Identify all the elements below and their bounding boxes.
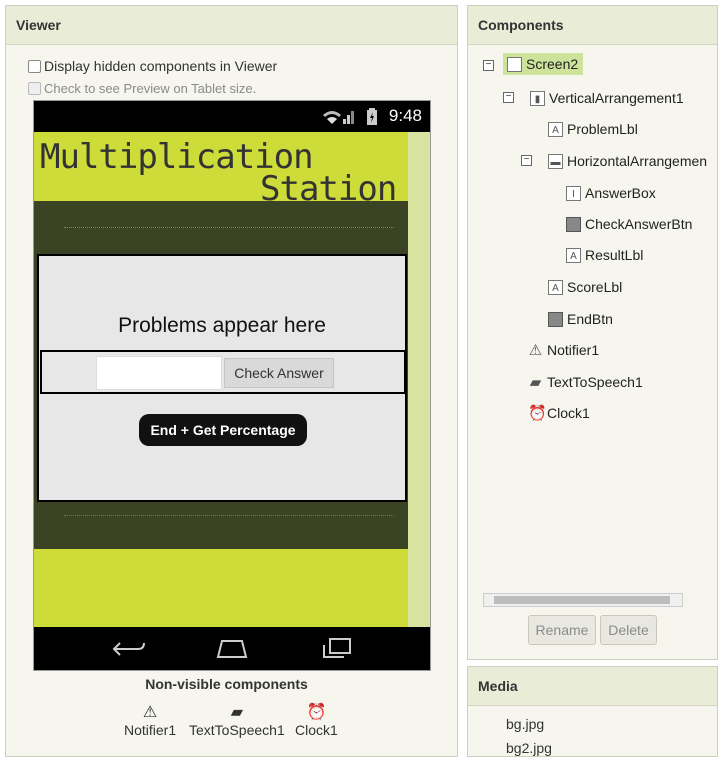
horizontal-arrangement-icon: ▬ <box>548 153 563 169</box>
problem-label: Problems appear here <box>118 314 326 337</box>
media-title: Media <box>468 667 717 706</box>
speech-icon: ▰ <box>529 373 542 391</box>
tree-item-label: Screen2 <box>526 56 579 72</box>
recents-icon[interactable] <box>320 637 354 659</box>
navigation-bar <box>34 627 430 670</box>
display-hidden-checkbox-row[interactable]: Display hidden components in Viewer <box>28 58 277 74</box>
collapse-vertical-toggle[interactable]: − <box>503 92 514 103</box>
button-icon <box>566 216 581 232</box>
rename-button[interactable]: Rename <box>528 615 596 645</box>
tree-item-label: CheckAnswerBtn <box>585 216 693 232</box>
non-visible-clock[interactable]: ⏰ Clock1 <box>295 704 338 738</box>
phone-scrollbar <box>408 132 430 627</box>
media-file[interactable]: bg2.jpg <box>506 740 552 756</box>
warning-icon: ⚠ <box>528 341 543 359</box>
answer-box[interactable] <box>96 356 222 390</box>
tree-item-label: ProblemLbl <box>567 121 638 137</box>
tree-item-scorelbl[interactable]: A ScoreLbl <box>548 279 622 295</box>
status-bar: 9:48 <box>34 101 430 132</box>
delete-button[interactable]: Delete <box>600 615 657 645</box>
back-icon[interactable] <box>112 639 148 659</box>
warning-icon: ⚠ <box>142 704 158 721</box>
tree-item-answerbox[interactable]: I AnswerBox <box>566 185 656 201</box>
end-button[interactable]: End + Get Percentage <box>139 414 307 446</box>
label-icon: A <box>548 121 563 137</box>
check-answer-button[interactable]: Check Answer <box>224 358 334 388</box>
tree-item-verticalarrangement1[interactable]: ▮ VerticalArrangement1 <box>530 90 684 106</box>
home-icon[interactable] <box>214 637 250 659</box>
tablet-preview-label: Check to see Preview on Tablet size. <box>44 81 257 96</box>
status-clock: 9:48 <box>388 106 422 125</box>
tree-item-texttospeech1[interactable]: ▰ TextToSpeech1 <box>528 374 643 390</box>
tree-item-clock1[interactable]: ⏰ Clock1 <box>528 405 590 421</box>
tree-item-label: HorizontalArrangemen <box>567 153 708 169</box>
button-icon <box>548 311 563 327</box>
viewer-title: Viewer <box>6 6 457 45</box>
label-icon: A <box>566 247 581 263</box>
screen-icon <box>507 56 522 72</box>
label-icon: A <box>548 279 563 295</box>
tree-item-problemlbl[interactable]: A ProblemLbl <box>548 121 638 137</box>
clock-icon: ⏰ <box>306 704 327 721</box>
divider-dotted-top <box>64 227 394 228</box>
tree-item-label: Notifier1 <box>547 342 600 358</box>
vertical-arrangement-icon: ▮ <box>530 90 545 106</box>
wifi-signal-icon <box>323 111 354 124</box>
tree-item-checkanswerbtn[interactable]: CheckAnswerBtn <box>566 216 692 232</box>
display-hidden-label: Display hidden components in Viewer <box>44 58 278 74</box>
tree-horizontal-scrollbar[interactable] <box>483 593 683 607</box>
divider-dotted-bottom <box>64 515 394 516</box>
tree-item-screen2[interactable]: Screen2 <box>503 53 584 75</box>
phone-preview: 9:48 Multiplication Station Problems app… <box>33 100 431 671</box>
tree-item-label: TextToSpeech1 <box>547 374 643 390</box>
tablet-preview-checkbox-row: Check to see Preview on Tablet size. <box>28 81 256 96</box>
tree-item-label: VerticalArrangement1 <box>549 90 684 106</box>
tree-item-label: ScoreLbl <box>567 279 623 295</box>
speech-icon: ▰ <box>230 704 244 721</box>
non-visible-label: TextToSpeech1 <box>189 722 285 738</box>
battery-icon <box>367 108 377 125</box>
textbox-icon: I <box>566 185 581 201</box>
components-title: Components <box>468 6 717 45</box>
non-visible-label: Notifier1 <box>124 722 177 738</box>
scrollbar-thumb[interactable] <box>494 596 670 604</box>
collapse-screen2-toggle[interactable]: − <box>483 60 494 71</box>
clock-icon: ⏰ <box>528 404 547 422</box>
tree-item-endbtn[interactable]: EndBtn <box>548 311 613 327</box>
non-visible-texttospeech[interactable]: ▰ TextToSpeech1 <box>189 704 285 738</box>
tree-item-notifier1[interactable]: ⚠ Notifier1 <box>528 342 599 358</box>
tree-item-label: AnswerBox <box>585 185 656 201</box>
tree-item-label: Clock1 <box>547 405 590 421</box>
media-panel: Media <box>467 666 718 757</box>
non-visible-title: Non-visible components <box>145 676 308 692</box>
tree-item-label: EndBtn <box>567 311 613 327</box>
horizontal-arrangement: Check Answer <box>40 350 406 394</box>
collapse-horizontal-toggle[interactable]: − <box>521 155 532 166</box>
tablet-preview-checkbox <box>28 82 41 95</box>
display-hidden-checkbox[interactable] <box>28 59 41 73</box>
media-file[interactable]: bg.jpg <box>506 716 544 732</box>
vertical-arrangement: Problems appear here Check Answer End + … <box>37 254 407 502</box>
tree-item-horizontalarrangement[interactable]: ▬ HorizontalArrangemen <box>548 153 707 169</box>
tree-item-label: ResultLbl <box>585 247 644 263</box>
non-visible-notifier[interactable]: ⚠ Notifier1 <box>124 704 176 738</box>
non-visible-label: Clock1 <box>295 722 338 738</box>
tree-item-resultlbl[interactable]: A ResultLbl <box>566 247 643 263</box>
